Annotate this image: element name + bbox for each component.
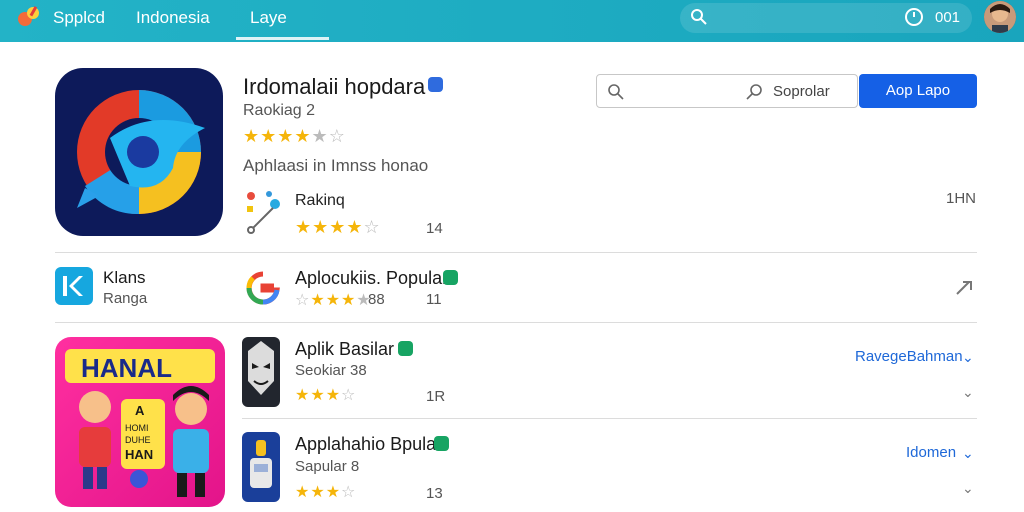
app-description: Aphlaasi in Imnss honao (243, 156, 429, 175)
rating-stars: ☆★★★★ (295, 292, 372, 309)
review-count: 11 (426, 291, 442, 308)
top-search-field[interactable] (680, 3, 972, 33)
app-sub: Sapular 8 (295, 458, 360, 475)
divider (55, 252, 977, 253)
promo-title: HANAL (81, 353, 172, 383)
chevron-down-icon[interactable]: ⌄ (962, 480, 974, 497)
divider (242, 418, 977, 419)
app-name[interactable]: Applahahio Bpular (295, 434, 442, 455)
avatar[interactable] (984, 1, 1016, 33)
hero-rating-stars: ★★★★★☆ (243, 126, 346, 146)
app-logo-icon[interactable] (16, 4, 42, 30)
hero-app-icon[interactable] (55, 68, 223, 236)
brand-name[interactable]: Spplcd (53, 8, 105, 28)
confetti-icon (247, 191, 280, 234)
google-style-icon[interactable] (244, 270, 282, 306)
nav-item-indonesia[interactable]: Indonesia (136, 8, 210, 28)
app-name[interactable]: Aplocukiis. Popular (295, 268, 448, 289)
masked-character-icon (248, 341, 274, 395)
app-action-button[interactable]: Aop Lapo (859, 74, 977, 108)
chevron-down-icon[interactable]: ⌄ (962, 445, 974, 462)
swirl-logo-icon (77, 90, 205, 215)
user-avatar-icon (984, 1, 1016, 33)
search-icon[interactable] (690, 8, 708, 26)
verified-badge-icon (398, 341, 413, 356)
verified-badge-icon (434, 436, 449, 451)
app-ranking: Raokiag 2 (243, 102, 316, 119)
chevron-down-icon[interactable]: ⌄ (962, 349, 974, 366)
gadget-icon (250, 440, 272, 488)
promo-line-2: A (135, 403, 145, 418)
clock-icon[interactable] (904, 7, 924, 27)
category-subtitle: Ranga (103, 290, 148, 307)
category-title[interactable]: Klans (103, 268, 146, 288)
meta-label: Rakinq (295, 192, 345, 209)
top-bar: Spplcd Indonesia Laye 001 (0, 0, 1024, 42)
rating-value: 88 (368, 291, 385, 308)
search-label: Soprolar (773, 83, 830, 100)
meta-right-value: 1HN (946, 190, 977, 207)
magnifier-icon (746, 84, 762, 100)
promo-line-3: HOMI (125, 423, 149, 433)
app-thumbnail[interactable] (242, 432, 280, 502)
category-icon[interactable] (55, 267, 93, 305)
verified-badge-icon (428, 77, 443, 92)
promo-line-4: DUHE (125, 435, 151, 445)
share-arrow-icon[interactable] (955, 278, 975, 296)
promo-image[interactable]: HANAL A HOMI DUHE HAN (55, 337, 225, 507)
developer-link[interactable]: Idomen (906, 444, 956, 461)
developer-link[interactable]: RavegeBahman (855, 348, 963, 365)
promo-line-5: HAN (125, 447, 153, 462)
category-logo-icon (63, 276, 83, 296)
cartoon-characters-icon: HANAL A HOMI DUHE HAN (65, 349, 215, 497)
divider (55, 322, 977, 323)
rating-stars: ★★★☆ (295, 484, 357, 501)
app-sub: Seokiar 38 (295, 362, 367, 379)
verified-badge-icon (443, 270, 458, 285)
app-thumbnail[interactable] (242, 337, 280, 407)
review-count: 13 (426, 485, 443, 502)
rating-stars: ★★★☆ (295, 387, 357, 404)
meta-count: 14 (426, 220, 443, 237)
app-title: Irdomalaii hopdara (243, 74, 426, 99)
nav-item-laye[interactable]: Laye (236, 8, 329, 40)
search-icon (608, 84, 624, 100)
meta-rating-stars: ★★★★☆ (295, 217, 381, 237)
review-count: 1R (426, 388, 446, 405)
chevron-down-icon[interactable]: ⌄ (962, 384, 974, 401)
app-name[interactable]: Aplik Basilar (295, 339, 394, 360)
status-value: 001 (935, 9, 961, 26)
